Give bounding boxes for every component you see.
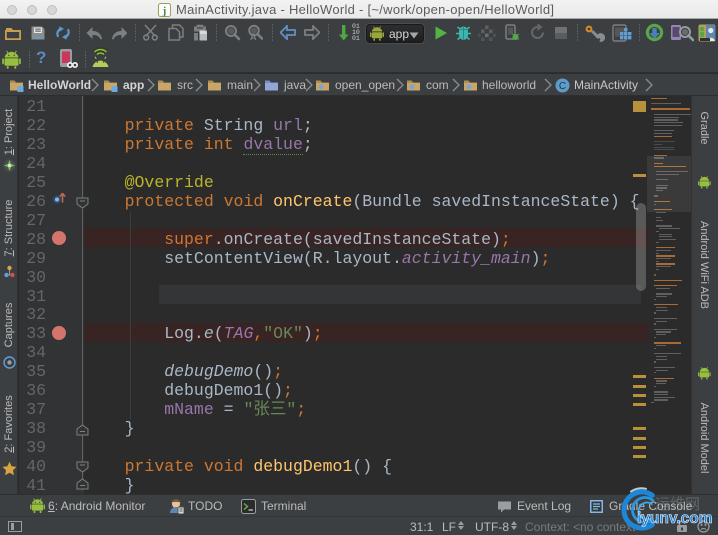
svg-text:iyunv.com: iyunv.com [637, 510, 713, 527]
